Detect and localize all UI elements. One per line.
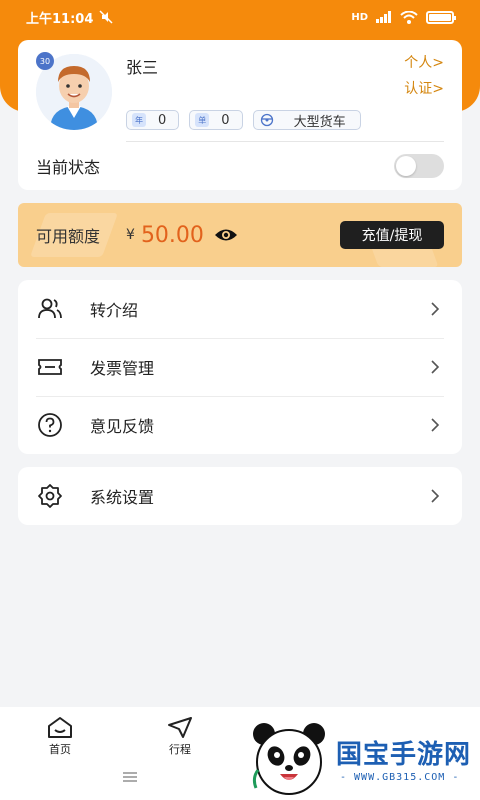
menu-label: 意见反馈 — [90, 417, 155, 436]
network-type: HD — [351, 11, 368, 23]
personal-info-link[interactable]: 个人> — [404, 52, 444, 72]
nav-trip[interactable]: 行程 — [150, 715, 210, 757]
menu-item-referral[interactable]: 转介绍 — [18, 280, 462, 338]
menu-label: 系统设置 — [90, 488, 155, 507]
toggle-knob — [396, 156, 416, 176]
orders-value: 0 — [221, 112, 230, 128]
home-icon — [48, 717, 72, 738]
user-name: 张三 — [126, 58, 159, 77]
navigation-icon — [168, 717, 192, 738]
balance-currency: ¥ — [126, 227, 135, 243]
balance-label: 可用额度 — [36, 227, 101, 246]
status-time: 上午11:04 — [26, 11, 94, 27]
gear-icon — [36, 482, 64, 510]
chevron-right-icon — [431, 302, 440, 316]
status-label: 当前状态 — [36, 158, 101, 177]
menu-label: 发票管理 — [90, 359, 155, 378]
chevron-right-icon — [431, 360, 440, 374]
watermark: 国宝手游网 - WWW.GB315.COM - — [240, 710, 480, 800]
vehicle-type-value: 大型货车 — [293, 114, 346, 130]
chevron-right-icon — [431, 418, 440, 432]
battery-icon — [426, 10, 456, 24]
profile-tags: 年 0 单 0 大型货车 — [126, 110, 361, 130]
avatar-badge: 30 — [36, 52, 54, 70]
watermark-url: - WWW.GB315.COM - — [340, 772, 460, 783]
menu-icon[interactable] — [122, 771, 138, 783]
panda-logo-icon — [252, 723, 325, 795]
vehicle-type-tag: 大型货车 — [252, 110, 361, 130]
recharge-withdraw-button[interactable]: 充值/提现 — [340, 221, 444, 249]
menu-item-invoice[interactable]: 发票管理 — [18, 338, 462, 396]
menu-item-settings[interactable]: 系统设置 — [18, 467, 462, 525]
verification-link[interactable]: 认证> — [404, 78, 444, 98]
years-icon: 年 — [132, 113, 146, 127]
status-bar: 上午11:04 HD — [0, 0, 480, 34]
years-value: 0 — [158, 112, 167, 128]
people-icon — [36, 295, 64, 323]
profile-divider — [126, 141, 444, 142]
orders-icon: 单 — [195, 113, 210, 127]
mute-icon — [99, 10, 113, 24]
nav-home[interactable]: 首页 — [30, 715, 90, 757]
wifi-icon — [400, 10, 418, 24]
signal-icon — [376, 11, 391, 23]
profile-card: 30 张三 个人> 认证> 年 0 单 0 大型货车 当前状态 — [18, 40, 462, 190]
balance-card: 可用额度 ¥ 50.00 充值/提现 — [18, 203, 462, 267]
years-tag: 年 0 — [126, 110, 180, 130]
balance-amount: 50.00 — [140, 222, 204, 248]
question-icon — [36, 411, 64, 439]
watermark-text: 国宝手游网 — [336, 740, 472, 770]
status-toggle[interactable] — [394, 154, 444, 178]
orders-tag: 单 0 — [189, 110, 243, 130]
menu-card: 转介绍 发票管理 意见反馈 — [18, 280, 462, 454]
steering-wheel-icon — [260, 113, 273, 127]
nav-label: 行程 — [169, 743, 191, 756]
eye-icon[interactable] — [214, 227, 238, 243]
chevron-right-icon — [431, 489, 440, 503]
menu-label: 转介绍 — [90, 301, 139, 320]
menu-item-feedback[interactable]: 意见反馈 — [18, 396, 462, 454]
ticket-icon — [36, 353, 64, 381]
nav-label: 首页 — [49, 743, 71, 756]
settings-card: 系统设置 — [18, 467, 462, 525]
